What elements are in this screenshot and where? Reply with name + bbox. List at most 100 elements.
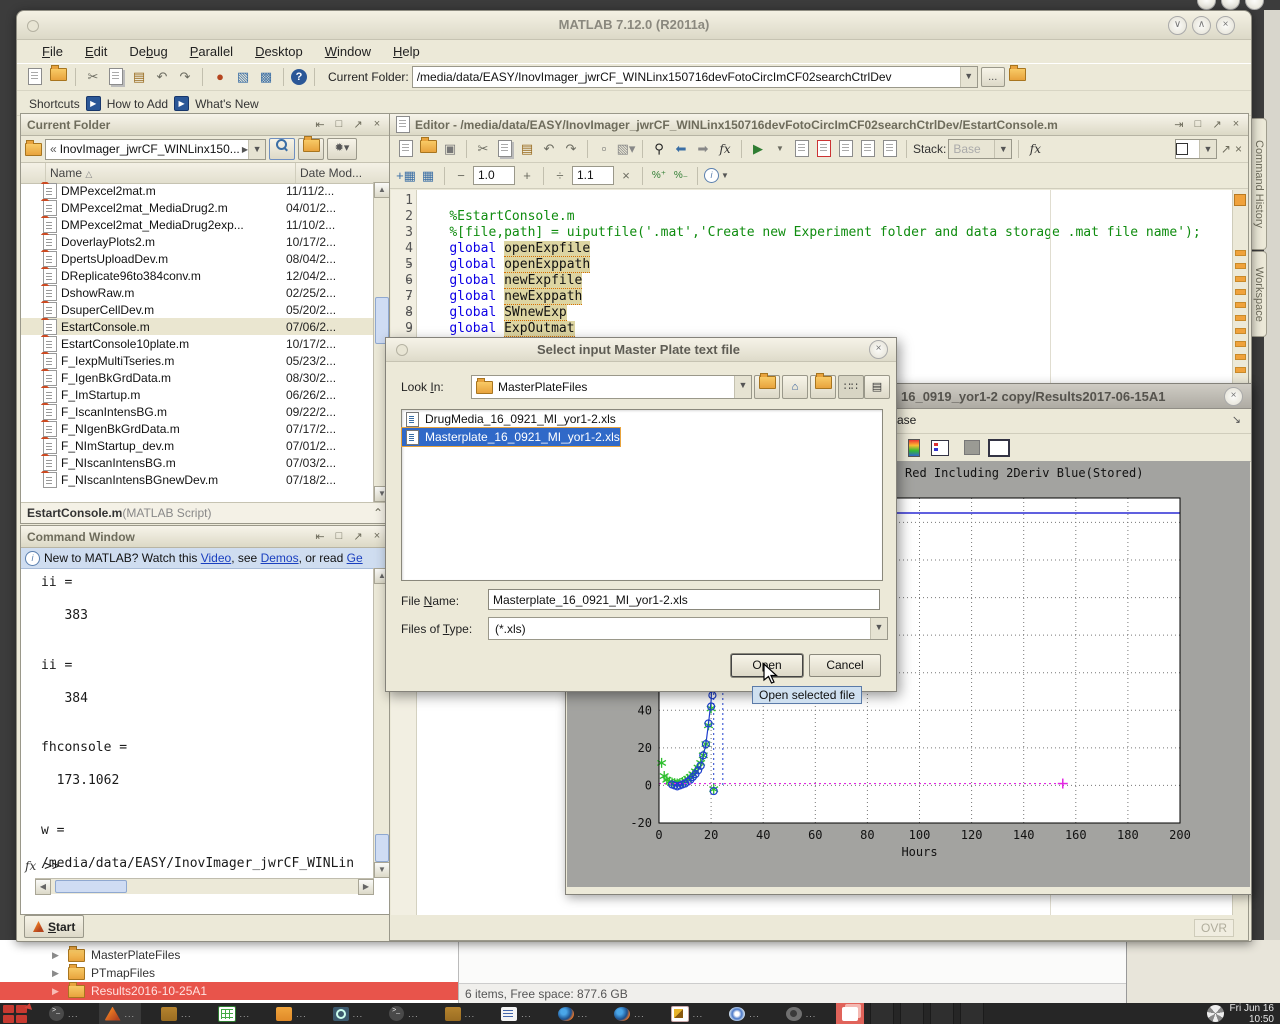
dialog-title-bar[interactable]: Select input Master Plate text file × [386,338,896,362]
cell-options-icon[interactable]: ▦ [418,167,438,185]
file-row[interactable]: DsuperCellDev.m05/20/2... [21,301,374,318]
taskbar-folder[interactable]: ... [155,1003,198,1024]
demos-link[interactable]: Demos [261,551,299,565]
close-panel-icon[interactable]: × [371,530,383,543]
paste-icon[interactable]: ▤ [517,140,537,158]
dock-icon[interactable]: ⇤ [314,530,326,543]
cut-icon[interactable]: ✂ [83,68,103,86]
maximize-button[interactable]: ∧ [1192,16,1211,35]
file-row[interactable]: F_NIscanIntensBGnewDev.m07/18/2... [21,471,374,488]
code-line[interactable]: %[file,path] = uiputfile('.mat','Create … [418,225,1247,241]
current-folder-header[interactable]: Current Folder ⇤ □ ↗ × [21,114,389,136]
open-file-icon[interactable] [48,68,68,86]
how-to-add-link[interactable]: How to Add [107,97,168,111]
close-panel-icon[interactable]: × [1230,118,1242,131]
close-panel-icon[interactable]: × [371,118,383,131]
code-line[interactable]: global openExpfile [418,241,1247,257]
step-in-icon[interactable] [858,140,878,158]
multiply-value-icon[interactable]: × [616,167,636,185]
folder-row[interactable]: ▶Results2016-10-25A1 [0,982,458,1000]
search-button[interactable] [269,138,295,160]
menu-help[interactable]: Help [382,42,431,61]
background-window-close-button[interactable] [1245,0,1264,10]
cell-info-icon[interactable]: i [704,168,719,183]
home-button[interactable]: ⌂ [782,375,808,399]
maximize-panel-icon[interactable]: □ [333,530,345,543]
dialog-file-list[interactable]: DrugMedia_16_0921_MI_yor1-2.xlsMasterpla… [401,409,883,581]
expand-arrow-icon[interactable]: ▶ [52,968,62,979]
file-details-footer[interactable]: EstartConsole.m (MATLAB Script) ⌃ [21,502,389,523]
undock-editor-icon[interactable]: ↗ [1221,142,1231,156]
file-row[interactable]: F_NIgenBkGrdData.m07/17/2... [21,420,374,437]
list-view-button[interactable]: ▤ [864,375,890,399]
function-browser-icon[interactable]: fx [715,140,735,158]
multiplier-value-field[interactable]: 1.1 [572,166,614,185]
dialog-close-button[interactable]: × [869,340,888,359]
whats-new-link[interactable]: What's New [195,97,259,111]
file-row[interactable]: F_IgenBkGrdData.m08/30/2... [21,369,374,386]
undo-icon[interactable]: ↶ [539,140,559,158]
file-row[interactable]: DpertsUploadDev.m08/04/2... [21,250,374,267]
menu-desktop[interactable]: Desktop [244,42,314,61]
decrement-value-field[interactable]: 1.0 [473,166,515,185]
undo-icon[interactable]: ↶ [152,68,172,86]
close-button[interactable]: × [1216,16,1235,35]
file-row[interactable]: DshowRaw.m02/25/2... [21,284,374,301]
clock[interactable]: Fri Jun 16 10:50 [1207,1003,1274,1024]
code-line[interactable] [418,193,1247,209]
code-lines[interactable]: %EstartConsole.m %[file,path] = uiputfil… [418,190,1247,337]
fx-indicator[interactable]: fx [25,859,36,873]
code-line[interactable]: global ExpOutmat [418,321,1247,337]
taskbar-terminal[interactable]: ... [43,1003,85,1024]
title-bar[interactable]: MATLAB 7.12.0 (R2011a) ∨ ∧ × [17,11,1251,40]
file-row[interactable]: DMPexcel2mat_MediaDrug2.m04/01/2... [21,199,374,216]
print-icon[interactable]: ▫ [594,140,614,158]
plot-tools-icon[interactable] [988,439,1010,457]
new-folder-button[interactable] [810,375,836,399]
taskbar-search-document[interactable]: ... [327,1003,370,1024]
file-row[interactable]: F_NIscanIntensBG.m07/03/2... [21,454,374,471]
rotate-icon[interactable] [964,440,980,455]
workspace-switcher-icon[interactable] [3,1005,29,1023]
whats-new-icon[interactable]: ▶ [174,96,189,111]
tab-workspace[interactable]: Workspace [1250,251,1267,337]
taskbar-document[interactable]: ... [495,1003,538,1024]
file-row[interactable]: DoverlayPlots2.m10/17/2... [21,233,374,250]
taskbar-image-viewer[interactable] [836,1003,864,1024]
taskbar-firefox[interactable]: ... [608,1003,651,1024]
file-name-input[interactable] [488,589,880,610]
paste-icon[interactable]: ▤ [129,68,149,86]
look-in-combobox[interactable]: MasterPlateFiles ▼ [471,375,752,399]
video-link[interactable]: Video [201,551,231,565]
undock-icon[interactable]: ↗ [1211,118,1223,131]
copy-icon[interactable] [495,140,515,158]
chevron-down-icon[interactable]: ▼ [960,67,977,87]
tab-command-history[interactable]: Command History [1250,118,1267,250]
address-combobox[interactable]: « InovImager_jwrCF_WINLinx150... ▶ ▼ [45,139,266,160]
how-to-add-icon[interactable]: ▶ [86,96,101,111]
resize-corner-icon[interactable]: ↘ [1232,413,1241,426]
taskbar-folder[interactable]: ... [439,1003,482,1024]
set-breakpoint-icon[interactable] [792,140,812,158]
guide-icon[interactable]: ▧ [233,68,253,86]
simulink-icon[interactable]: ● [210,68,230,86]
icon-column-header[interactable] [21,163,46,183]
chevron-down-icon[interactable]: ▼ [870,618,887,639]
code-line[interactable]: global openExppath [418,257,1247,273]
divide-value-icon[interactable]: ÷ [550,167,570,185]
run-icon[interactable]: ▶ [748,140,768,158]
files-of-type-combobox[interactable]: (*.xls) ▼ [488,617,888,640]
taskbar-spreadsheet[interactable]: ... [212,1003,257,1024]
editor-header[interactable]: Editor - /media/data/EASY/InovImager_jwr… [390,114,1248,136]
background-window-maximize-button[interactable] [1221,0,1240,10]
file-row[interactable]: F_NImStartup_dev.m07/01/2... [21,437,374,454]
file-row[interactable]: EstartConsole10plate.m10/17/2... [21,335,374,352]
help-icon[interactable]: ? [291,69,307,85]
taskbar-terminal[interactable]: ... [383,1003,425,1024]
warning-summary-icon[interactable] [1234,194,1246,206]
taskbar-writer-document[interactable]: ... [665,1003,710,1024]
insert-cell-icon[interactable]: +▦ [396,167,416,185]
undock-icon[interactable]: ↗ [352,530,364,543]
code-line[interactable]: global newExpfile [418,273,1247,289]
cancel-button[interactable]: Cancel [809,654,881,677]
